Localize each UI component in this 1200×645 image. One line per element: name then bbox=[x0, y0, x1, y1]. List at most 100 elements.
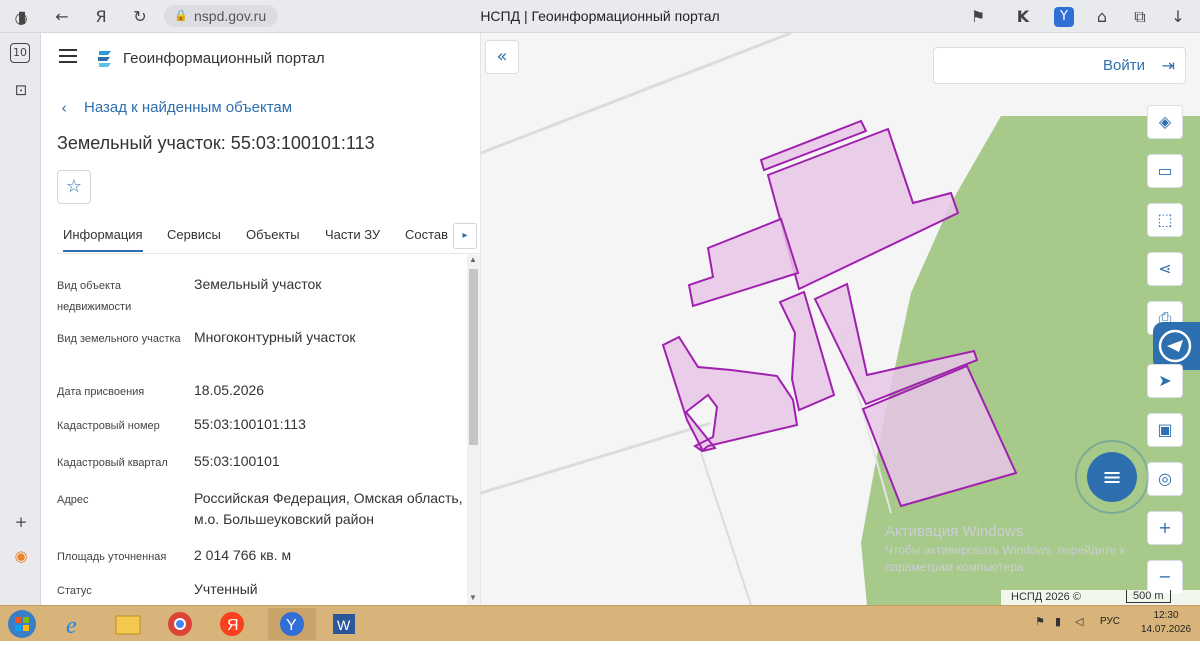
windows-taskbar: e Я Y W ⚑ ▮ ◁ РУС 12:30 14.07.2026 bbox=[0, 605, 1200, 641]
select-area-button[interactable]: ⬚ bbox=[1147, 203, 1183, 237]
app-icon[interactable]: ◉ bbox=[10, 545, 32, 567]
screenshot-icon[interactable]: ⊡ bbox=[10, 79, 32, 101]
browser-sidebar: ◷ 10 ⊡ + ◉ bbox=[0, 9, 41, 605]
row-value-area: 2 014 766 кв. м bbox=[194, 547, 292, 563]
yandex-active-icon[interactable]: Y bbox=[268, 608, 316, 640]
row-value-status: Учтенный bbox=[194, 581, 258, 597]
extension-k-icon[interactable]: K bbox=[1013, 7, 1033, 27]
row-label-assign-date: Дата присвоения bbox=[57, 386, 145, 398]
windows-logo-icon bbox=[8, 610, 36, 638]
language-indicator[interactable]: РУС bbox=[1100, 616, 1120, 627]
tab-objects[interactable]: Объекты bbox=[246, 227, 300, 242]
parcel-contour bbox=[687, 217, 800, 308]
road-line bbox=[481, 421, 712, 495]
locate-button[interactable]: ◎ bbox=[1147, 462, 1183, 496]
extensions-icon[interactable]: ⧉ bbox=[1130, 7, 1150, 27]
object-title: Земельный участок: 55:03:100101:113 bbox=[57, 133, 375, 153]
row-label-cadastral-quarter: Кадастровый квартал bbox=[57, 457, 168, 469]
svg-text:e: e bbox=[66, 613, 77, 639]
tray-battery-icon[interactable]: ▮ bbox=[1055, 615, 1061, 628]
clock[interactable]: 12:30 14.07.2026 bbox=[1135, 609, 1197, 637]
chrome-icon[interactable] bbox=[156, 608, 204, 640]
watermark-line: Чтобы активировать Windows, перейдите к bbox=[885, 543, 1126, 557]
road-line bbox=[481, 33, 792, 155]
minimap-button[interactable]: ▣ bbox=[1147, 413, 1183, 447]
favorite-button[interactable]: ☆ bbox=[57, 170, 91, 204]
file-explorer-icon[interactable] bbox=[104, 608, 152, 640]
map-view[interactable]: « Войти ⇥ ◈ ▭ ⬚ ⋖ ⎙ ➤ ▣ ◎ + − ≡ Активаци… bbox=[481, 33, 1200, 605]
road-line bbox=[700, 452, 752, 605]
portal-title: Геоинформационный портал bbox=[123, 50, 325, 67]
reload-icon[interactable]: ↻ bbox=[130, 7, 150, 27]
watermark-line: параметрам компьютера. bbox=[885, 560, 1027, 574]
row-label-parcel-type: Вид земельного участка bbox=[57, 333, 181, 345]
start-button[interactable] bbox=[2, 608, 42, 640]
scale-bar: 500 m bbox=[1126, 590, 1171, 603]
row-label-address: Адрес bbox=[57, 494, 89, 506]
share-button[interactable]: ⋖ bbox=[1147, 252, 1183, 286]
row-label-object-type: Вид объекта недвижимости bbox=[57, 280, 132, 313]
navigate-button[interactable]: ➤ bbox=[1147, 364, 1183, 398]
info-tabs: Информация Сервисы Объекты Части ЗУ Сост… bbox=[57, 223, 480, 254]
clock-time: 12:30 bbox=[1153, 610, 1179, 621]
login-label: Войти bbox=[1103, 57, 1145, 74]
extension-y-icon[interactable]: Y bbox=[1054, 7, 1074, 27]
parcel-contour bbox=[661, 335, 799, 453]
yandex-icon[interactable]: Я bbox=[91, 7, 111, 27]
ruler-button[interactable]: ▭ bbox=[1147, 154, 1183, 188]
portal-logo-icon bbox=[95, 48, 115, 68]
pocket-icon[interactable]: ⌂ bbox=[1092, 7, 1112, 27]
browser-toolbar: ▮ ← Я ↻ 🔒 nspd.gov.ru НСПД | Геоинформац… bbox=[0, 0, 1200, 33]
share-icon: ⋖ bbox=[1158, 259, 1172, 278]
bookmark-icon[interactable]: ⚑ bbox=[968, 7, 988, 27]
scroll-thumb[interactable] bbox=[469, 269, 478, 445]
internet-explorer-icon[interactable]: e bbox=[52, 608, 100, 640]
download-icon[interactable]: ↓ bbox=[1168, 7, 1188, 27]
yandex-browser-icon[interactable]: Я bbox=[208, 608, 256, 640]
row-label-status: Статус bbox=[57, 585, 92, 597]
add-panel-icon[interactable]: + bbox=[10, 511, 32, 533]
address-bar[interactable]: 🔒 nspd.gov.ru bbox=[164, 5, 278, 27]
double-chevron-left-icon: « bbox=[496, 46, 508, 67]
chat-button[interactable]: ≡ bbox=[1087, 452, 1137, 502]
tab-information[interactable]: Информация bbox=[63, 227, 143, 252]
back-arrow-icon[interactable]: ← bbox=[52, 7, 72, 27]
back-to-results-link[interactable]: Назад к найденным объектам bbox=[84, 99, 292, 116]
layers-button[interactable]: ◈ bbox=[1147, 105, 1183, 139]
login-arrow-icon: ⇥ bbox=[1161, 56, 1175, 75]
row-value-address: Российская Федерация, Омская область, м.… bbox=[194, 490, 463, 527]
chevron-left-icon[interactable]: ‹ bbox=[61, 99, 67, 117]
collapse-panel-button[interactable]: « bbox=[485, 40, 519, 74]
object-info-panel: Геоинформационный портал ‹ Назад к найде… bbox=[41, 33, 481, 605]
tab-parts[interactable]: Части ЗУ bbox=[325, 227, 380, 242]
tab-counter-icon[interactable]: 10 bbox=[10, 43, 30, 63]
lock-icon: 🔒 bbox=[174, 9, 188, 22]
minimap-icon: ▣ bbox=[1157, 420, 1173, 439]
map-canvas[interactable] bbox=[481, 33, 1200, 605]
chat-bubble-icon: ≡ bbox=[1101, 463, 1123, 491]
login-button[interactable]: Войти ⇥ bbox=[933, 47, 1186, 84]
tray-flag-icon[interactable]: ⚑ bbox=[1035, 615, 1045, 628]
watermark-title: Активация Windows bbox=[885, 523, 1024, 540]
windows-activation-watermark: Активация Windows Чтобы активировать Win… bbox=[885, 522, 1125, 576]
navigate-icon: ➤ bbox=[1158, 371, 1172, 390]
zoom-out-button[interactable]: − bbox=[1147, 560, 1183, 594]
word-icon[interactable]: W bbox=[320, 608, 368, 640]
layers-icon: ◈ bbox=[1158, 112, 1172, 131]
select-area-icon: ⬚ bbox=[1157, 210, 1173, 229]
zoom-in-button[interactable]: + bbox=[1147, 511, 1183, 545]
hamburger-menu-icon[interactable] bbox=[59, 49, 77, 63]
history-icon[interactable]: ◷ bbox=[10, 7, 32, 29]
ruler-icon: ▭ bbox=[1157, 161, 1173, 180]
tabs-scroll-right-button[interactable]: ▸ bbox=[453, 223, 477, 249]
panel-scrollbar[interactable]: ▲ ▼ bbox=[467, 255, 480, 605]
tray-volume-icon[interactable]: ◁ bbox=[1075, 615, 1083, 628]
scroll-up-icon[interactable]: ▲ bbox=[469, 255, 477, 264]
tab-composition[interactable]: Состав bbox=[405, 227, 448, 242]
nspd-logo-badge[interactable] bbox=[1153, 322, 1200, 370]
clock-date: 14.07.2026 bbox=[1140, 624, 1192, 635]
tab-services[interactable]: Сервисы bbox=[167, 227, 221, 242]
scroll-down-icon[interactable]: ▼ bbox=[469, 593, 477, 602]
row-value-cadastral-quarter: 55:03:100101 bbox=[194, 453, 280, 469]
row-label-area: Площадь уточненная bbox=[57, 551, 167, 563]
